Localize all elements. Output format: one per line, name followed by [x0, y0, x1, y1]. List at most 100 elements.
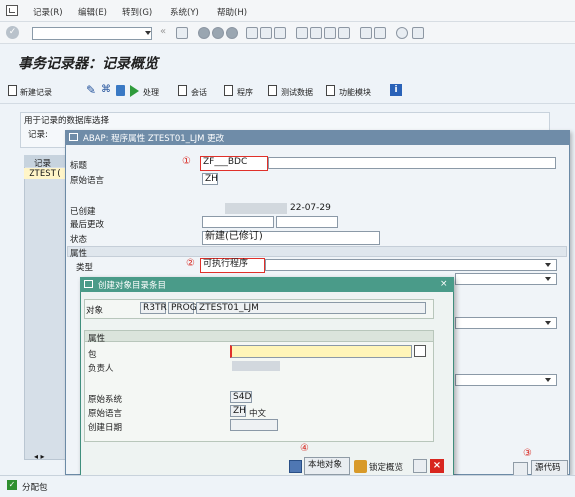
created-by-blurred — [225, 203, 287, 214]
package-value-help-icon[interactable] — [414, 345, 426, 357]
ldb-dropdown-arrow-icon[interactable] — [545, 378, 551, 382]
new-session-icon[interactable] — [360, 27, 372, 39]
menu-goto[interactable]: 转到(G) — [122, 6, 152, 18]
assign-check-icon[interactable]: ✓ — [7, 480, 17, 490]
status-field: 新建(已修订) — [202, 231, 380, 245]
find-next-icon[interactable] — [274, 27, 286, 39]
created-date-field: 22-07-29 — [290, 203, 331, 213]
dialog2-attributes-header — [84, 330, 434, 342]
package-field[interactable] — [230, 345, 412, 358]
save-local-icon[interactable] — [289, 460, 302, 473]
process-icon[interactable] — [130, 85, 139, 97]
type-dropdown-arrow-icon[interactable] — [545, 263, 551, 267]
source-system-field: S4D — [230, 391, 252, 403]
menu-help[interactable]: 帮助(H) — [217, 6, 247, 18]
create-request-icon[interactable] — [413, 459, 427, 473]
grid-scroll-arrows[interactable]: ◂ ▸ — [34, 452, 45, 461]
dialog2-close-icon[interactable]: × — [440, 279, 448, 289]
label-package: 包 — [88, 350, 97, 360]
display-glasses-icon[interactable]: ⌘ — [101, 84, 111, 95]
dialog1-title-text: ABAP: 程序属性 ZTEST01_LJM 更改 — [83, 134, 225, 144]
last-changed-by-field — [202, 216, 274, 228]
command-field[interactable] — [32, 27, 152, 40]
application-dropdown-arrow-icon[interactable] — [545, 321, 551, 325]
next-page-icon[interactable] — [324, 27, 336, 39]
help-icon[interactable] — [396, 27, 408, 39]
first-page-icon[interactable] — [296, 27, 308, 39]
cancel-icon[interactable] — [226, 27, 238, 39]
owner-blurred — [232, 361, 280, 371]
program-icon — [224, 85, 233, 96]
function-module-icon — [326, 85, 335, 96]
last-page-icon[interactable] — [338, 27, 350, 39]
delete-icon[interactable] — [116, 85, 125, 96]
lock-overview-button[interactable]: 锁定概览 — [369, 461, 403, 473]
status-dropdown-arrow-icon[interactable] — [545, 277, 551, 281]
edit-pencil-icon[interactable]: ✎ — [86, 83, 96, 97]
program-button[interactable]: 程序 — [237, 87, 253, 98]
last-changed-date-field — [276, 216, 338, 228]
function-module-button[interactable]: 功能模块 — [339, 87, 371, 98]
command-dropdown-icon[interactable] — [145, 31, 151, 35]
shortcut-icon[interactable] — [374, 27, 386, 39]
label-created-date: 创建日期 — [88, 423, 123, 433]
cancel-x-icon[interactable]: × — [430, 459, 444, 473]
ldb-dropdown[interactable] — [455, 374, 557, 386]
page-title: 事务记录器：记录概览 — [18, 56, 158, 72]
orig-lang-text: 中文 — [249, 409, 267, 419]
pencil-edit-icon[interactable] — [513, 462, 528, 476]
print-icon[interactable] — [246, 27, 258, 39]
marker-3: ③ — [523, 448, 532, 459]
back-nav-icon[interactable]: « — [160, 26, 166, 37]
check-icon[interactable]: ✓ — [6, 26, 19, 39]
menu-record[interactable]: 记录(R) — [33, 6, 63, 18]
marker-4: ④ — [300, 443, 309, 454]
save-icon[interactable] — [176, 27, 188, 39]
local-object-button[interactable]: 本地对象 — [304, 457, 350, 475]
orig-lang-field2: ZH — [230, 405, 246, 417]
marker-1: ① — [182, 156, 191, 167]
find-icon[interactable] — [260, 27, 272, 39]
new-record-button[interactable]: 新建记录 — [20, 87, 52, 98]
dialog2-title-text: 创建对象目录条目 — [98, 281, 167, 291]
label-created: 已创建 — [70, 207, 96, 217]
type-dropdown[interactable] — [265, 259, 557, 271]
sap-menu-icon[interactable] — [6, 5, 18, 16]
test-data-icon — [268, 85, 277, 96]
status-bar — [0, 475, 575, 497]
application-dropdown[interactable] — [455, 317, 557, 329]
db-group-title: 用于记录的数据库选择 — [24, 116, 110, 126]
attributes-section-title: 属性 — [70, 249, 88, 259]
exit-icon[interactable] — [212, 27, 224, 39]
dialog1-title: ABAP: 程序属性 ZTEST01_LJM 更改 — [65, 130, 570, 145]
new-record-icon — [8, 85, 17, 96]
label-type: 类型 — [76, 263, 94, 273]
type-field[interactable]: 可执行程序 — [200, 258, 265, 273]
info-icon[interactable]: i — [390, 84, 402, 96]
label-object: 对象 — [86, 306, 104, 316]
marker-2: ② — [186, 258, 195, 269]
dialog2-attributes-title: 属性 — [88, 334, 106, 344]
title-field-ext[interactable] — [268, 157, 556, 169]
test-data-button[interactable]: 测试数据 — [281, 87, 313, 98]
orig-lang-field[interactable]: ZH — [202, 173, 218, 185]
label-title: 标题 — [70, 161, 88, 171]
status-dropdown[interactable] — [455, 273, 557, 285]
dialog1-window-icon — [69, 133, 78, 141]
menu-edit[interactable]: 编辑(E) — [78, 6, 107, 18]
back-icon[interactable] — [198, 27, 210, 39]
label-source-system: 原始系统 — [88, 395, 123, 405]
dialog2-window-icon — [84, 280, 93, 288]
prev-page-icon[interactable] — [310, 27, 322, 39]
process-button[interactable]: 处理 — [143, 87, 159, 98]
object-pgmid-field: R3TR — [140, 302, 167, 314]
grid-row-value: ZTEST( — [29, 169, 62, 179]
lock-overview-icon[interactable] — [354, 460, 367, 473]
menu-system[interactable]: 系统(Y) — [170, 6, 199, 18]
session-icon — [178, 85, 187, 96]
label-last-changed: 最后更改 — [70, 220, 105, 230]
layout-icon[interactable] — [412, 27, 424, 39]
title-field[interactable]: ZF___BDC — [200, 156, 268, 171]
session-button[interactable]: 会话 — [191, 87, 207, 98]
label-status: 状态 — [70, 235, 88, 245]
